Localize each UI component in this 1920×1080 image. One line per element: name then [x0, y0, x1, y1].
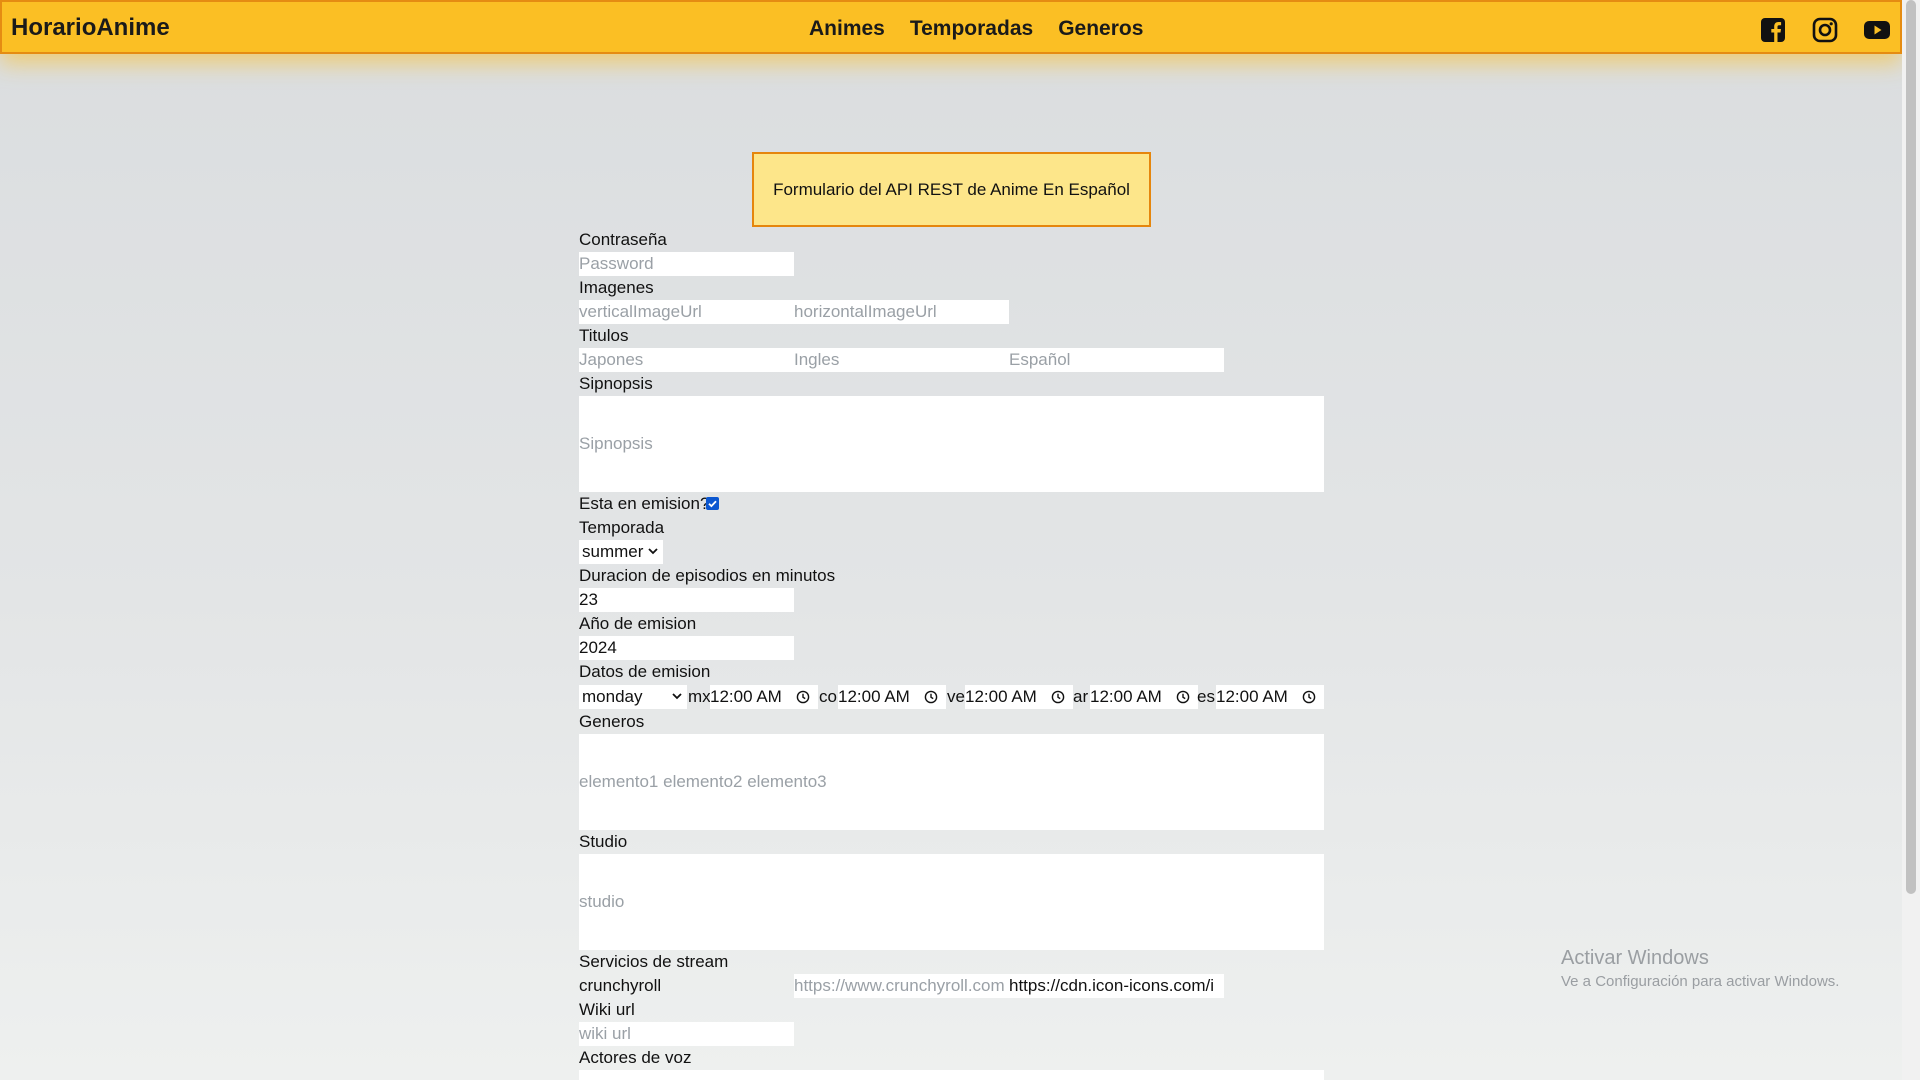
chevron-down-icon: [648, 548, 658, 555]
youtube-icon[interactable]: [1863, 16, 1891, 44]
duracion-label: Duracion de episodios en minutos: [579, 566, 836, 585]
time-prefix-mx: mx: [688, 687, 711, 706]
images-label: Imagenes: [579, 278, 654, 297]
duracion-input[interactable]: 23: [579, 588, 794, 612]
clock-icon[interactable]: [1176, 690, 1190, 704]
anio-input[interactable]: 2024: [579, 636, 794, 660]
chevron-down-icon: [672, 693, 682, 700]
vertical-image-input[interactable]: verticalImageUrl: [579, 300, 794, 324]
instagram-icon[interactable]: [1811, 16, 1839, 44]
title-japones-input[interactable]: Japones: [579, 348, 794, 372]
title-ingles-input[interactable]: Ingles: [794, 348, 1009, 372]
time-prefix-ar: ar: [1073, 687, 1089, 706]
activation-watermark-title: Activar Windows: [1561, 947, 1709, 969]
time-value-ar: 12:00 AM: [1090, 687, 1162, 706]
clock-icon[interactable]: [924, 690, 938, 704]
wiki-input[interactable]: wiki url: [579, 1022, 794, 1046]
password-input[interactable]: Password: [579, 252, 794, 276]
horizontal-image-input[interactable]: horizontalImageUrl: [794, 300, 1009, 324]
sinopsis-textarea[interactable]: Sipnopsis: [579, 396, 1324, 492]
clock-icon[interactable]: [796, 690, 810, 704]
stream-label: Servicios de stream: [579, 952, 729, 971]
time-input-ar[interactable]: 12:00 AM: [1090, 685, 1198, 709]
time-input-ve[interactable]: 12:00 AM: [965, 685, 1073, 709]
actores-label: Actores de voz: [579, 1048, 692, 1067]
title-espanol-input[interactable]: Español: [1009, 348, 1224, 372]
stream-url-input[interactable]: https://www.crunchyroll.com: [794, 974, 1009, 998]
generos-label: Generos: [579, 712, 645, 731]
time-value-mx: 12:00 AM: [710, 687, 782, 706]
scrollbar-thumb[interactable]: [1906, 0, 1916, 894]
navbar: HorarioAnime Animes Temporadas Generos: [0, 0, 1902, 54]
brand-logo[interactable]: HorarioAnime: [11, 14, 170, 42]
time-input-co[interactable]: 12:00 AM: [838, 685, 946, 709]
actores-textarea[interactable]: [579, 1070, 1324, 1080]
temporada-value: summer: [582, 542, 644, 561]
password-label: Contraseña: [579, 230, 667, 249]
titles-label: Titulos: [579, 326, 629, 345]
nav-link-animes[interactable]: Animes: [809, 17, 885, 41]
day-value: monday: [582, 687, 643, 706]
activation-watermark-subtitle: Ve a Configuración para activar Windows.: [1561, 973, 1840, 990]
sinopsis-label: Sipnopsis: [579, 374, 653, 393]
stream-name-input[interactable]: crunchyroll: [579, 974, 794, 998]
temporada-label: Temporada: [579, 518, 665, 537]
anio-label: Año de emision: [579, 614, 697, 633]
time-value-es: 12:00 AM: [1216, 687, 1288, 706]
studio-placeholder: studio: [579, 892, 625, 911]
wiki-label: Wiki url: [579, 1000, 635, 1019]
clock-icon[interactable]: [1302, 690, 1316, 704]
emision-checkbox[interactable]: [706, 497, 719, 510]
time-prefix-es: es: [1197, 687, 1215, 706]
nav-links: Animes Temporadas Generos: [809, 17, 1143, 41]
day-select[interactable]: monday: [579, 685, 687, 709]
form-title: Formulario del API REST de Anime En Espa…: [752, 152, 1151, 227]
studio-textarea[interactable]: studio: [579, 854, 1324, 950]
time-input-mx[interactable]: 12:00 AM: [710, 685, 818, 709]
time-input-es[interactable]: 12:00 AM: [1216, 685, 1324, 709]
time-value-ve: 12:00 AM: [965, 687, 1037, 706]
time-prefix-co: co: [819, 687, 837, 706]
studio-label: Studio: [579, 832, 628, 851]
nav-link-generos[interactable]: Generos: [1058, 17, 1143, 41]
sinopsis-placeholder: Sipnopsis: [579, 434, 653, 453]
checkmark-icon: [708, 500, 717, 508]
datos-emision-label: Datos de emision: [579, 662, 711, 681]
generos-placeholder: elemento1 elemento2 elemento3: [579, 772, 827, 791]
clock-icon[interactable]: [1051, 690, 1065, 704]
nav-link-temporadas[interactable]: Temporadas: [910, 17, 1033, 41]
emision-label: Esta en emision?: [579, 494, 710, 513]
generos-textarea[interactable]: elemento1 elemento2 elemento3: [579, 734, 1324, 830]
facebook-icon[interactable]: [1759, 16, 1787, 44]
temporada-select[interactable]: summer: [579, 540, 663, 564]
stream-icon-input[interactable]: https://cdn.icon-icons.com/i: [1009, 974, 1224, 998]
time-value-co: 12:00 AM: [838, 687, 910, 706]
time-prefix-ve: ve: [947, 687, 965, 706]
